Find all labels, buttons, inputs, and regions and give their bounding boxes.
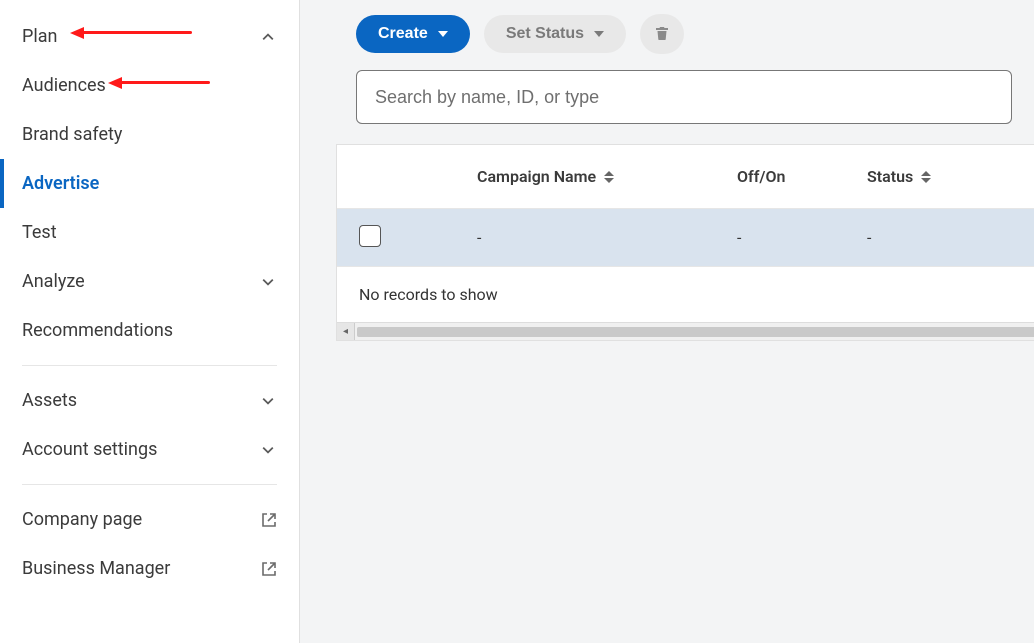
row-checkbox[interactable]	[359, 225, 381, 247]
toolbar: Create Set Status	[300, 8, 1034, 70]
nav-item-test[interactable]: Test	[0, 208, 299, 257]
sort-icon	[604, 171, 614, 183]
set-status-button[interactable]: Set Status	[484, 15, 626, 53]
external-link-icon	[261, 561, 277, 577]
caret-down-icon	[438, 31, 448, 37]
nav-item-plan[interactable]: Plan	[0, 12, 299, 61]
divider	[22, 365, 277, 366]
nav-label: Recommendations	[22, 320, 173, 341]
nav-label: Audiences	[22, 75, 106, 96]
scroll-left-icon: ◂	[337, 323, 355, 340]
chevron-down-icon	[259, 392, 277, 410]
nav-item-advertise[interactable]: Advertise	[0, 159, 299, 208]
nav-label: Test	[22, 222, 57, 243]
cell-onoff: -	[737, 228, 867, 247]
create-button[interactable]: Create	[356, 15, 470, 53]
button-label: Create	[378, 25, 428, 43]
sort-icon	[921, 171, 931, 183]
delete-button[interactable]	[640, 14, 684, 54]
trash-icon	[654, 25, 670, 44]
horizontal-scrollbar[interactable]: ◂	[337, 322, 1034, 340]
main-content: Create Set Status Campaign Name Off	[300, 0, 1034, 643]
nav-item-analyze[interactable]: Analyze	[0, 257, 299, 306]
nav-item-business-manager[interactable]: Business Manager	[0, 544, 299, 593]
nav-item-recommendations[interactable]: Recommendations	[0, 306, 299, 355]
nav-label: Analyze	[22, 271, 85, 292]
table-row: - - - - -	[337, 209, 1034, 267]
button-label: Set Status	[506, 25, 584, 43]
search-input[interactable]	[356, 70, 1012, 124]
chevron-up-icon	[259, 28, 277, 46]
nav-label: Company page	[22, 509, 142, 530]
divider	[22, 484, 277, 485]
caret-down-icon	[594, 31, 604, 37]
cell-name: -	[407, 228, 737, 247]
nav-item-company-page[interactable]: Company page	[0, 495, 299, 544]
search-wrap	[300, 70, 1034, 124]
col-label: Off/On	[737, 167, 785, 186]
col-campaign-name[interactable]: Campaign Name	[407, 167, 737, 186]
nav-label: Brand safety	[22, 124, 122, 145]
sidebar: Plan Audiences Brand safety Advertise Te…	[0, 0, 300, 643]
nav-item-assets[interactable]: Assets	[0, 376, 299, 425]
external-link-icon	[261, 512, 277, 528]
table-header: Campaign Name Off/On Status Key Results	[337, 145, 1034, 209]
chevron-down-icon	[259, 273, 277, 291]
col-label: Status	[867, 167, 913, 186]
nav-label: Account settings	[22, 439, 157, 460]
nav-label: Advertise	[22, 173, 99, 194]
nav-label: Assets	[22, 390, 77, 411]
nav-item-account-settings[interactable]: Account settings	[0, 425, 299, 474]
chevron-down-icon	[259, 441, 277, 459]
col-off-on[interactable]: Off/On	[737, 167, 867, 186]
nav-item-brand-safety[interactable]: Brand safety	[0, 110, 299, 159]
scroll-thumb[interactable]	[357, 327, 1034, 337]
col-status[interactable]: Status	[867, 167, 1034, 186]
nav-label: Business Manager	[22, 558, 170, 579]
campaign-table: Campaign Name Off/On Status Key Results …	[336, 144, 1034, 341]
empty-state: No records to show	[337, 267, 1034, 322]
cell-status: -	[867, 228, 1034, 247]
nav-label: Plan	[22, 26, 57, 47]
col-label: Campaign Name	[477, 167, 596, 186]
nav-item-audiences[interactable]: Audiences	[0, 61, 299, 110]
